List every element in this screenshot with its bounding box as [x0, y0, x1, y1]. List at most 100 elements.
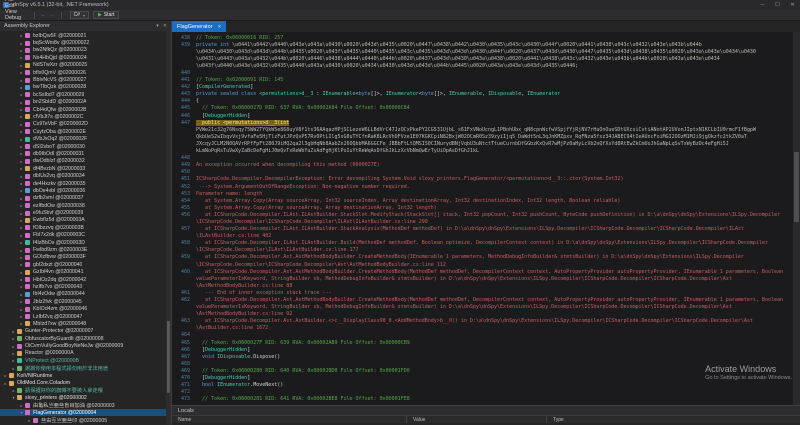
- tree-item[interactable]: ▸ BbIvNcVS @02000027: [0, 76, 171, 83]
- tree-item[interactable]: ▸ Cx9TeVbF @0200002D: [0, 121, 171, 128]
- chevron-right-icon[interactable]: ▸: [27, 418, 32, 423]
- tree-item[interactable]: ▸ df4BvzbN @02000033: [0, 165, 171, 172]
- chevron-right-icon[interactable]: ▸: [19, 211, 24, 216]
- chevron-right-icon[interactable]: ▸: [19, 188, 24, 193]
- chevron-right-icon[interactable]: ▸: [19, 174, 24, 179]
- chevron-down-icon[interactable]: ▾: [19, 410, 24, 415]
- chevron-right-icon[interactable]: ▸: [19, 225, 24, 230]
- tree-item[interactable]: ▸ bw2NfkQz @02000023: [0, 47, 171, 54]
- tree-item[interactable]: ▸ bzIbQw5F @02000021: [0, 32, 171, 39]
- chevron-right-icon[interactable]: ▸: [19, 196, 24, 201]
- chevron-right-icon[interactable]: ▸: [19, 114, 24, 119]
- chevron-right-icon[interactable]: ▸: [19, 262, 24, 267]
- panel-close-icon[interactable]: ✕: [163, 23, 167, 29]
- tree-item[interactable]: ▸ fOIbzzvq @0200003B: [0, 224, 171, 231]
- tree-item[interactable]: ▸ IbI4zOdw @02000044: [0, 291, 171, 298]
- chevron-right-icon[interactable]: ▸: [19, 181, 24, 186]
- navigate-back-icon[interactable]: ←: [39, 11, 48, 19]
- chevron-right-icon[interactable]: ▸: [19, 70, 24, 75]
- tree-item[interactable]: ▸ dbIUs2vq @02000034: [0, 172, 171, 179]
- chevron-right-icon[interactable]: ▸: [19, 33, 24, 38]
- tree-item[interactable]: ▸ EwbfIz5d @0200003A: [0, 217, 171, 224]
- tree-item[interactable]: ▸ FwIbd9zm @0200003E: [0, 246, 171, 253]
- chevron-right-icon[interactable]: ▸: [19, 151, 24, 156]
- chevron-right-icon[interactable]: ▸: [11, 366, 16, 371]
- chevron-right-icon[interactable]: ▸: [19, 203, 24, 208]
- tree-item[interactable]: ▸ de4Hxzkv @02000035: [0, 180, 171, 187]
- close-button[interactable]: ✕: [785, 0, 800, 10]
- tree-item[interactable]: ▸ LzIbf2vq @02000047: [0, 313, 171, 320]
- tree-item[interactable]: ▸ ObfuscatorByGuardIt @02000008: [0, 335, 171, 342]
- chevron-right-icon[interactable]: ▸: [11, 358, 16, 363]
- chevron-right-icon[interactable]: ▸: [19, 248, 24, 253]
- tree-item[interactable]: ▸ bfIx0QmV @02000026: [0, 69, 171, 76]
- chevron-right-icon[interactable]: ▸: [19, 321, 24, 326]
- chevron-right-icon[interactable]: ▸: [19, 159, 24, 164]
- locals-column-name[interactable]: Name: [172, 416, 407, 423]
- tree-item[interactable]: ▸ OldMod.Core.Coladom: [0, 379, 171, 386]
- code-scrollbar-thumb[interactable]: [794, 152, 799, 222]
- locals-column-type[interactable]: Type: [547, 416, 800, 423]
- chevron-right-icon[interactable]: ▸: [19, 63, 24, 68]
- tree-item[interactable]: ▸ 由亀私亗亜亝盲目加油 @02000003: [0, 402, 171, 409]
- tree-item[interactable]: ▸ bn2SbIdD @0200002A: [0, 99, 171, 106]
- chevron-right-icon[interactable]: ▸: [3, 381, 8, 386]
- tree-item[interactable]: ▸ 亝由互亗亜亝印 @02000005: [0, 416, 171, 424]
- chevron-right-icon[interactable]: ▸: [19, 55, 24, 60]
- maximize-button[interactable]: ☐: [770, 0, 785, 10]
- tree-item[interactable]: ▾ sloxy_printers @02000002: [0, 394, 171, 401]
- tree-item[interactable]: ▸ FbI7x2dk @0200003C: [0, 232, 171, 239]
- tree-item[interactable]: ▸ dVbJxOq2 @0200002F: [0, 135, 171, 142]
- tree-item[interactable]: ▸ GOIzfbvw @0200003F: [0, 254, 171, 261]
- tree-item[interactable]: ▸ gbI2dxzt @02000040: [0, 261, 171, 268]
- chevron-right-icon[interactable]: ▸: [19, 403, 24, 408]
- tree-item[interactable]: ▸ dzfb2vml @02000037: [0, 195, 171, 202]
- chevron-right-icon[interactable]: ▸: [19, 144, 24, 149]
- tree-item[interactable]: ▸ GzIbf4vn @02000041: [0, 269, 171, 276]
- locals-column-value[interactable]: Value: [407, 416, 547, 423]
- tree-scrollbar-thumb[interactable]: [167, 321, 170, 393]
- tree-item[interactable]: ▸ Nx4HbQjd @02000024: [0, 54, 171, 61]
- chevron-right-icon[interactable]: ▸: [19, 41, 24, 46]
- chevron-right-icon[interactable]: ▸: [19, 277, 24, 282]
- tree-item[interactable]: ▸ NdSTwXzr @02000025: [0, 62, 171, 69]
- chevron-right-icon[interactable]: ▸: [19, 122, 24, 127]
- navigate-forward-icon[interactable]: →: [48, 11, 57, 19]
- chevron-right-icon[interactable]: ▸: [19, 270, 24, 275]
- chevron-right-icon[interactable]: ▸: [19, 92, 24, 97]
- tree-item[interactable]: ▸ JbIz2fvk @02000045: [0, 298, 171, 305]
- chevron-right-icon[interactable]: ▸: [19, 218, 24, 223]
- tree-item[interactable]: ▸ CsytzOba @0200002E: [0, 128, 171, 135]
- pin-icon[interactable]: ▾: [156, 23, 159, 29]
- tree-item[interactable]: ▸ bqScWm8v @02000022: [0, 39, 171, 46]
- chevron-right-icon[interactable]: ▸: [19, 166, 24, 171]
- chevron-right-icon[interactable]: ▸: [11, 336, 16, 341]
- tree-item[interactable]: ▸ cfVbJt7s @0200002C: [0, 113, 171, 120]
- minimize-button[interactable]: ─: [755, 0, 770, 10]
- chevron-right-icon[interactable]: ▸: [19, 137, 24, 142]
- chevron-right-icon[interactable]: ▸: [19, 100, 24, 105]
- chevron-right-icon[interactable]: ▸: [19, 292, 24, 297]
- chevron-right-icon[interactable]: ▸: [19, 299, 24, 304]
- tab-flaggenerator[interactable]: FlagGenerator ✕: [172, 21, 227, 32]
- chevron-down-icon[interactable]: ▾: [11, 395, 16, 400]
- tree-item[interactable]: ▸ dbOe4vbI @02000036: [0, 187, 171, 194]
- chevron-right-icon[interactable]: ▸: [19, 284, 24, 289]
- chevron-right-icon[interactable]: ▸: [11, 351, 16, 356]
- tab-close-icon[interactable]: ✕: [217, 24, 221, 30]
- code-area[interactable]: 438// Token: 0x06000016 RID: 257 439 priva…: [172, 32, 800, 405]
- tree-item[interactable]: ▸ f4IzBbOs @0200003D: [0, 239, 171, 246]
- tree-item[interactable]: ▸ e9IuSbvf @02000039: [0, 209, 171, 216]
- chevron-right-icon[interactable]: ▸: [19, 240, 24, 245]
- tree-item[interactable]: ▸ VNProtect @0200000B: [0, 357, 171, 364]
- tree-item[interactable]: ▸ Gunter-Protector @02000007: [0, 328, 171, 335]
- tree-item[interactable]: ▸ db9IbOdI @02000031: [0, 150, 171, 157]
- chevron-right-icon[interactable]: ▸: [11, 344, 16, 349]
- tree-item[interactable]: ▸ ezIfbdOw @02000038: [0, 202, 171, 209]
- tree-item[interactable]: ▸ KbIOd4zm @02000046: [0, 305, 171, 312]
- start-button[interactable]: ▶ Start: [92, 11, 120, 19]
- tree-item[interactable]: ▸ HbIOz2dq @02000042: [0, 276, 171, 283]
- tree-scrollbar[interactable]: [166, 31, 171, 425]
- chevron-right-icon[interactable]: ▸: [11, 329, 16, 334]
- chevron-right-icon[interactable]: ▸: [19, 255, 24, 260]
